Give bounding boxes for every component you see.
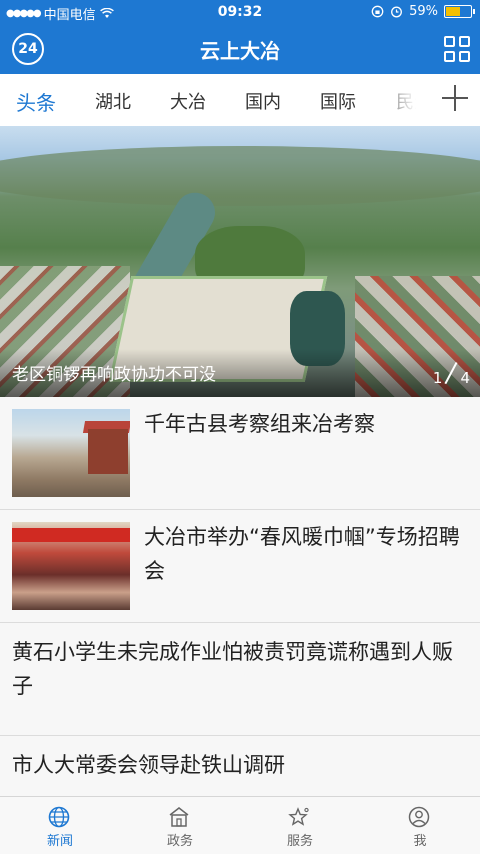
- user-icon: [408, 806, 430, 828]
- battery-percent: 59%: [409, 4, 438, 19]
- news-item[interactable]: 黄石小学生未完成作业怕被责罚竟谎称遇到人贩子: [0, 623, 480, 736]
- battery-icon: [444, 5, 475, 18]
- tab-hubei[interactable]: 湖北: [95, 88, 131, 114]
- globe-icon: [48, 806, 70, 828]
- hero-caption-overlay: 老区铜锣再响政协功不可没 14: [0, 349, 480, 397]
- news-title: 大冶市举办“春风暖巾帼”专场招聘会: [144, 525, 460, 583]
- news-item[interactable]: 千年古县考察组来冶考察: [0, 397, 480, 510]
- bottom-tab-bar: 新闻 政务 服务 我: [0, 796, 480, 854]
- news-item[interactable]: 大冶市举办“春风暖巾帼”专场招聘会: [0, 510, 480, 623]
- tab-daye[interactable]: 大冶: [170, 88, 206, 114]
- alarm-icon: [391, 6, 403, 18]
- star-service-icon: [288, 807, 309, 826]
- tab-domestic[interactable]: 国内: [245, 88, 281, 114]
- add-category-icon[interactable]: [442, 85, 468, 111]
- rotation-lock-icon: [371, 5, 384, 18]
- news-item[interactable]: 市人大常委会领导赴铁山调研: [0, 736, 480, 797]
- status-bar: ●●●●● 中国电信 09:32 59%: [0, 0, 480, 25]
- category-tabs: 头条 湖北 大冶 国内 国际 民生: [0, 74, 480, 126]
- carousel-pager: 14: [433, 363, 470, 387]
- government-icon: [169, 807, 189, 827]
- bottom-tab-me[interactable]: 我: [360, 797, 480, 854]
- pager-total: 4: [460, 369, 470, 387]
- news-list: 千年古县考察组来冶考察 大冶市举办“春风暖巾帼”专场招聘会 黄石小学生未完成作业…: [0, 397, 480, 797]
- tab-international[interactable]: 国际: [320, 88, 356, 114]
- grid-menu-icon[interactable]: [444, 36, 470, 62]
- tab-toutiao[interactable]: 头条: [16, 87, 56, 116]
- bottom-tab-label: 我: [413, 834, 427, 849]
- hero-caption: 老区铜锣再响政协功不可没: [12, 365, 216, 385]
- news-title: 黄石小学生未完成作业怕被责罚竟谎称遇到人贩子: [12, 640, 453, 698]
- app-title: 云上大冶: [200, 39, 280, 63]
- top-navigation-bar: 24 云上大冶: [0, 25, 480, 74]
- bottom-tab-label: 服务: [286, 834, 313, 849]
- news-title: 市人大常委会领导赴铁山调研: [12, 753, 285, 777]
- pager-current: 1: [432, 369, 443, 387]
- hero-image-hill: [0, 146, 480, 206]
- bottom-tab-news[interactable]: 新闻: [0, 797, 120, 854]
- bottom-tab-services[interactable]: 服务: [240, 797, 360, 854]
- bottom-tab-government[interactable]: 政务: [120, 797, 240, 854]
- news-thumbnail: [12, 409, 130, 497]
- news-title: 千年古县考察组来冶考察: [144, 412, 375, 436]
- tab-fade: [370, 74, 436, 126]
- hero-carousel[interactable]: 老区铜锣再响政协功不可没 14: [0, 126, 480, 397]
- status-right: 59%: [371, 4, 475, 19]
- news-thumbnail: [12, 522, 130, 610]
- bottom-tab-label: 新闻: [46, 834, 73, 849]
- bottom-tab-label: 政务: [166, 834, 193, 849]
